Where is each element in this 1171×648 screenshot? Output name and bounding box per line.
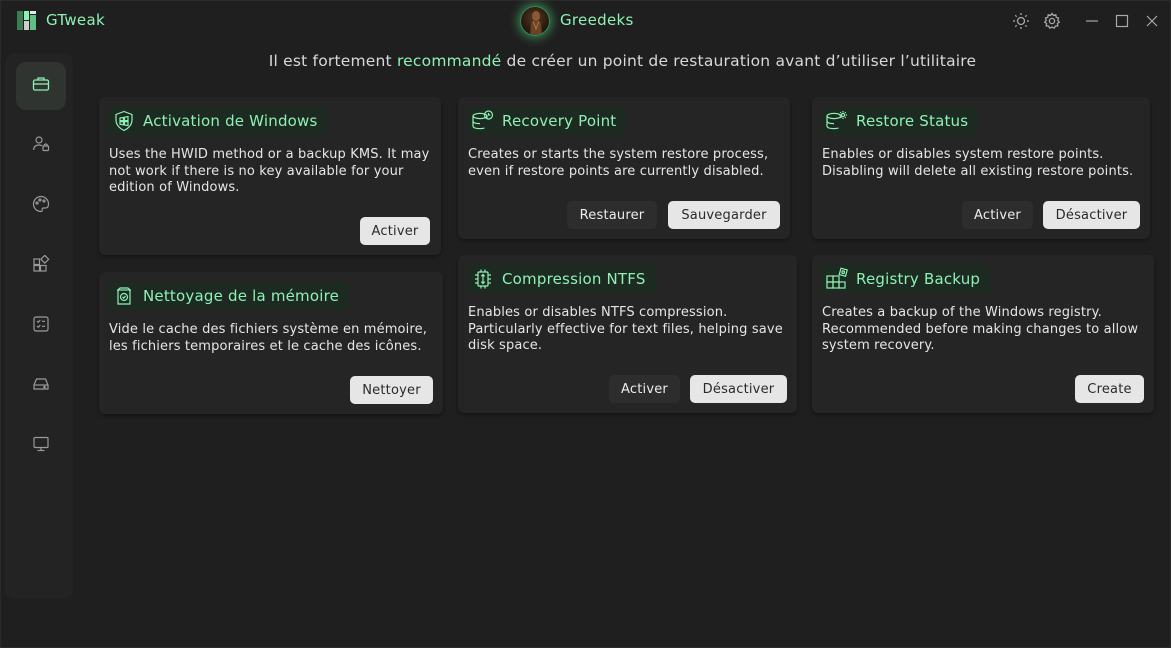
card-title: Nettoyage de la mémoire (143, 287, 340, 305)
card-description: Vide le cache des fichiers système en mé… (109, 322, 428, 354)
banner-accent-word: recommandé (396, 52, 502, 70)
sidebar-item-apps[interactable] (16, 242, 66, 290)
card-title: Activation de Windows (143, 112, 318, 130)
clean-memory-button[interactable]: Nettoyer (350, 376, 433, 404)
drive-icon (32, 375, 50, 397)
create-registry-backup-button[interactable]: Create (1075, 375, 1144, 403)
card-registry-backup: Registry Backup Creates a backup of the … (812, 255, 1154, 413)
chip-compress-icon (471, 267, 495, 291)
card-description: Uses the HWID method or a backup KMS. It… (109, 147, 430, 195)
registry-icon (825, 267, 849, 291)
card-restore-status: Restore Status Enables or disables syste… (812, 97, 1150, 239)
banner-text-start: Il est fortement (268, 52, 397, 70)
user-lock-icon (32, 135, 50, 157)
enable-restore-points-button[interactable]: Activer (962, 201, 1033, 229)
user-avatar[interactable] (520, 6, 550, 36)
banner-text-end: de créer un point de restauration avant … (501, 52, 977, 70)
briefcase-icon (32, 75, 50, 97)
minimize-icon[interactable] (1081, 10, 1103, 32)
checklist-icon (32, 315, 50, 337)
monitor-icon (32, 435, 50, 457)
card-windows-activation: Activation de Windows Uses the HWID meth… (99, 97, 441, 255)
card-header: Restore Status (821, 107, 979, 135)
palette-icon (32, 195, 50, 217)
card-header: Registry Backup (821, 265, 991, 293)
card-header: Recovery Point (467, 107, 627, 135)
disable-restore-points-button[interactable]: Désactiver (1043, 201, 1140, 229)
sidebar-item-confidentiality[interactable] (16, 122, 66, 170)
sidebar-item-interface[interactable] (16, 182, 66, 230)
sun-icon[interactable] (1010, 10, 1032, 32)
shield-windows-icon (112, 109, 136, 133)
memory-clean-icon (112, 284, 136, 308)
user-name: Greedeks (560, 11, 634, 29)
disable-ntfs-compression-button[interactable]: Désactiver (690, 375, 787, 403)
app-title: GTweak (46, 11, 105, 29)
close-icon[interactable] (1141, 10, 1163, 32)
card-recovery-point: Recovery Point Creates or starts the sys… (458, 97, 790, 239)
card-header: Nettoyage de la mémoire (108, 282, 350, 310)
card-header: Activation de Windows (108, 107, 328, 135)
card-title: Registry Backup (856, 270, 981, 288)
save-restore-point-button[interactable]: Sauvegarder (668, 201, 780, 229)
card-header: Compression NTFS (467, 265, 656, 293)
card-title: Compression NTFS (502, 270, 646, 288)
card-title: Recovery Point (502, 112, 617, 130)
sidebar-item-sysinfo[interactable] (16, 422, 66, 470)
app-logo-icon (17, 11, 36, 30)
card-description: Creates or starts the system restore pro… (468, 147, 769, 179)
restore-recommendation-banner: Il est fortement recommandé de créer un … (1, 52, 1171, 70)
card-description: Creates a backup of the Windows registry… (822, 305, 1139, 353)
apps-icon (32, 254, 50, 277)
card-title: Restore Status (856, 112, 969, 130)
title-bar[interactable]: GTweak Greedeks (1, 1, 1170, 41)
database-clock-icon (471, 109, 495, 133)
enable-ntfs-compression-button[interactable]: Activer (609, 375, 680, 403)
sidebar (5, 53, 73, 599)
card-description: Enables or disables NTFS compression. Pa… (468, 305, 783, 353)
app-window: GTweak Greedeks Il est fortement recomma… (0, 0, 1171, 648)
card-ntfs-compression: Compression NTFS Enables or disables NTF… (458, 255, 797, 413)
gear-icon[interactable] (1041, 10, 1063, 32)
maximize-icon[interactable] (1111, 10, 1133, 32)
restore-button[interactable]: Restaurer (567, 201, 657, 229)
card-memory-cleanup: Nettoyage de la mémoire Vide le cache de… (99, 272, 443, 414)
activate-windows-button[interactable]: Activer (360, 217, 430, 245)
sidebar-item-services[interactable] (16, 302, 66, 350)
database-gear-icon (825, 109, 849, 133)
sidebar-item-system[interactable] (16, 362, 66, 410)
card-description: Enables or disables system restore point… (822, 147, 1134, 179)
